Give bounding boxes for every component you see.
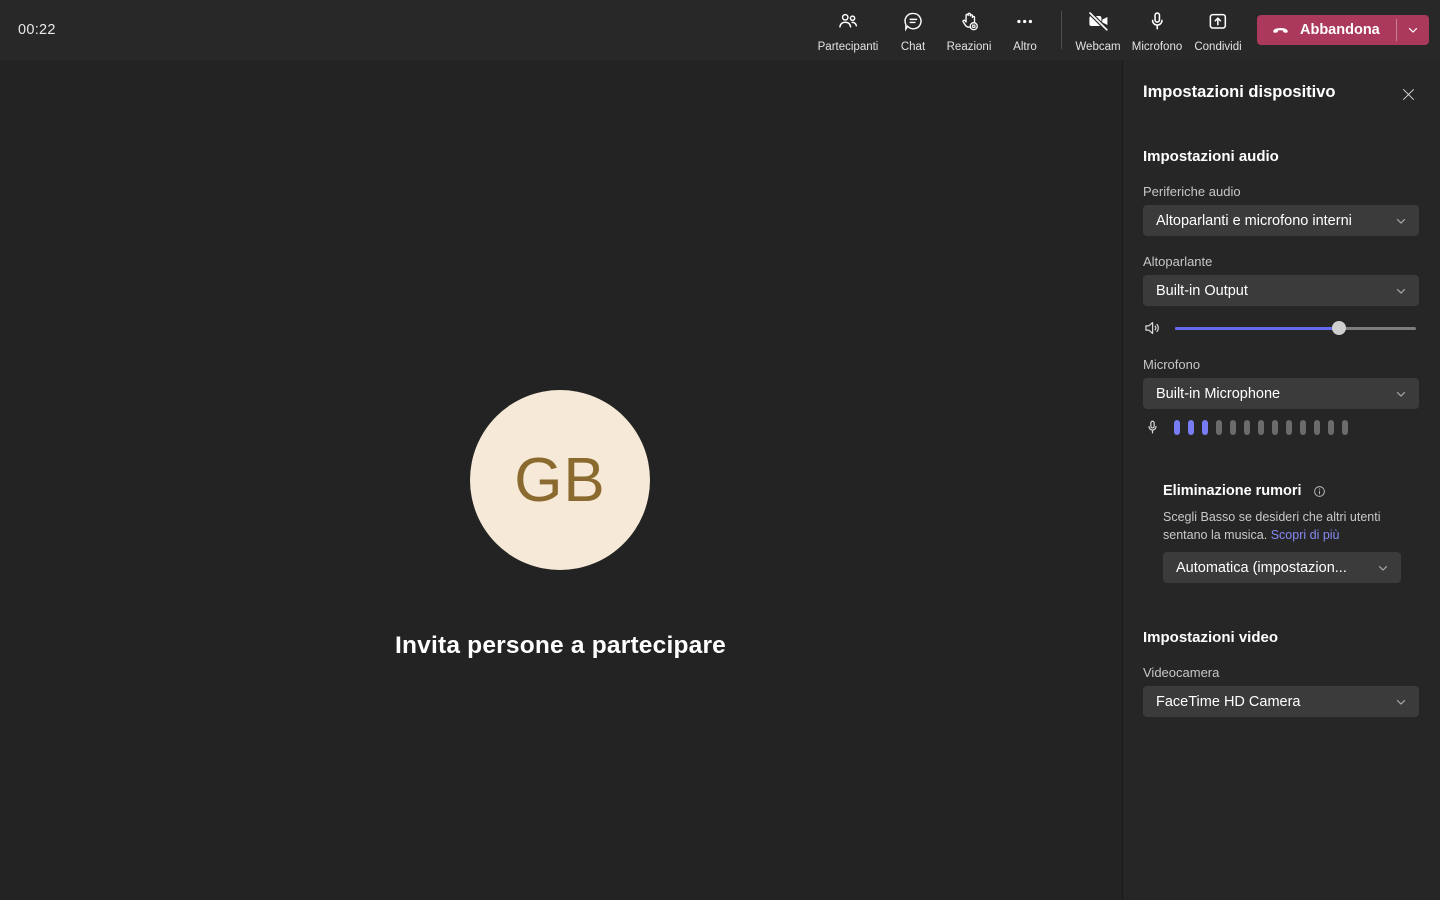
learn-more-link[interactable]: Scopri di più xyxy=(1271,528,1340,542)
meeting-stage: GB Invita persone a partecipare xyxy=(0,60,1121,900)
meter-bar xyxy=(1230,420,1236,435)
camera-select[interactable]: FaceTime HD Camera xyxy=(1143,686,1419,717)
hangup-icon xyxy=(1270,18,1291,42)
meter-bar xyxy=(1286,420,1292,435)
meter-bar xyxy=(1216,420,1222,435)
leave-button[interactable]: Abbandona xyxy=(1257,15,1396,45)
noise-suppression-description: Scegli Basso se desideri che altri utent… xyxy=(1163,510,1381,542)
chevron-down-icon xyxy=(1394,284,1408,298)
speaker-icon xyxy=(1143,318,1163,338)
meeting-window: 00:22 Partecipanti Chat Reazioni Altro W… xyxy=(0,0,1440,900)
meter-bar xyxy=(1300,420,1306,435)
panel-title: Impostazioni dispositivo xyxy=(1143,83,1336,101)
share-button[interactable]: Condividi xyxy=(1190,7,1245,55)
noise-suppression-heading-row: Eliminazione rumori xyxy=(1163,483,1326,499)
meter-bar xyxy=(1342,420,1348,435)
chevron-down-icon xyxy=(1394,214,1408,228)
noise-suppression-select[interactable]: Automatica (impostazion... xyxy=(1163,552,1401,583)
more-label: Altro xyxy=(1013,41,1037,53)
meter-bar xyxy=(1188,420,1194,435)
device-settings-panel: Impostazioni dispositivo Impostazioni au… xyxy=(1122,60,1440,900)
camera-value: FaceTime HD Camera xyxy=(1156,693,1301,710)
avatar: GB xyxy=(470,390,650,570)
meter-bar xyxy=(1244,420,1250,435)
more-icon xyxy=(1014,9,1037,33)
avatar-initials: GB xyxy=(514,445,606,515)
chat-icon xyxy=(901,9,924,33)
share-label: Condividi xyxy=(1194,41,1242,53)
leave-options-chevron-icon[interactable] xyxy=(1397,15,1429,45)
audio-devices-select[interactable]: Altoparlanti e microfono interni xyxy=(1143,205,1419,236)
audio-settings-heading: Impostazioni audio xyxy=(1143,148,1279,165)
webcam-toggle-button[interactable]: Webcam xyxy=(1071,7,1124,55)
noise-suppression-heading: Eliminazione rumori xyxy=(1163,483,1302,499)
meter-bar xyxy=(1174,420,1180,435)
chevron-down-icon xyxy=(1376,561,1390,575)
microphone-toggle-button[interactable]: Microfono xyxy=(1128,7,1187,55)
microphone-label: Microfono xyxy=(1131,41,1183,53)
meeting-timer: 00:22 xyxy=(18,22,56,38)
speaker-volume-row xyxy=(1143,318,1416,338)
webcam-off-icon xyxy=(1086,9,1110,33)
invite-message: Invita persone a partecipare xyxy=(394,632,727,659)
leave-label: Abbandona xyxy=(1300,22,1380,38)
meter-bar xyxy=(1202,420,1208,435)
participants-icon xyxy=(836,9,859,33)
volume-slider-thumb[interactable] xyxy=(1331,321,1346,335)
webcam-label: Webcam xyxy=(1075,41,1121,53)
chevron-down-icon xyxy=(1394,387,1408,401)
audio-devices-value: Altoparlanti e microfono interni xyxy=(1156,212,1352,229)
reactions-icon xyxy=(958,9,981,33)
microphone-icon xyxy=(1146,9,1169,33)
video-settings-heading: Impostazioni video xyxy=(1143,629,1279,646)
reactions-label: Reazioni xyxy=(946,41,992,53)
chat-button[interactable]: Chat xyxy=(897,7,929,55)
volume-slider-fill xyxy=(1175,327,1339,330)
speaker-value: Built-in Output xyxy=(1156,282,1248,299)
meter-bar xyxy=(1272,420,1278,435)
toolbar-divider xyxy=(1061,11,1062,49)
info-icon[interactable] xyxy=(1313,485,1326,498)
mic-level-row xyxy=(1144,419,1348,436)
noise-suppression-value: Automatica (impostazion... xyxy=(1176,559,1347,576)
reactions-button[interactable]: Reazioni xyxy=(943,7,996,55)
meter-bar xyxy=(1258,420,1264,435)
mic-level-meter xyxy=(1174,420,1348,435)
mic-select[interactable]: Built-in Microphone xyxy=(1143,378,1419,409)
speaker-select[interactable]: Built-in Output xyxy=(1143,275,1419,306)
close-icon[interactable] xyxy=(1396,82,1420,106)
leave-split-button: Abbandona xyxy=(1257,15,1429,45)
meeting-toolbar: 00:22 Partecipanti Chat Reazioni Altro W… xyxy=(0,0,1440,60)
chevron-down-icon xyxy=(1394,695,1408,709)
participants-label: Partecipanti xyxy=(817,41,879,53)
more-button[interactable]: Altro xyxy=(1009,7,1041,55)
share-screen-icon xyxy=(1207,9,1230,33)
chat-label: Chat xyxy=(900,41,926,53)
volume-slider[interactable] xyxy=(1175,321,1416,335)
mic-level-icon xyxy=(1144,419,1161,436)
mic-label: Microfono xyxy=(1143,357,1201,372)
speaker-label: Altoparlante xyxy=(1143,254,1213,269)
camera-label: Videocamera xyxy=(1143,665,1220,680)
participants-button[interactable]: Partecipanti xyxy=(814,7,883,55)
meter-bar xyxy=(1314,420,1320,435)
audio-devices-label: Periferiche audio xyxy=(1143,184,1241,199)
mic-value: Built-in Microphone xyxy=(1156,385,1281,402)
meter-bar xyxy=(1328,420,1334,435)
